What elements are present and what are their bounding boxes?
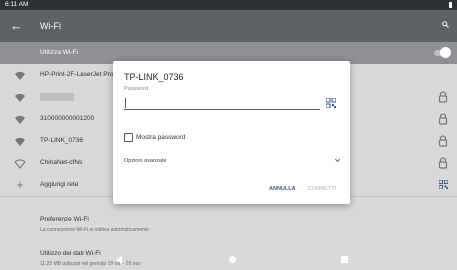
wifi-toggle-switch[interactable] bbox=[440, 47, 451, 58]
dialog-title: TP-LINK_0736 bbox=[124, 72, 184, 82]
arrow-left-icon[interactable]: ← bbox=[10, 10, 23, 42]
search-icon[interactable] bbox=[442, 21, 449, 28]
password-input[interactable] bbox=[124, 96, 320, 110]
advanced-options-label[interactable]: Opzioni avanzate bbox=[124, 158, 167, 164]
nav-recents-icon[interactable] bbox=[341, 256, 348, 263]
nav-back-icon[interactable] bbox=[116, 256, 122, 264]
chevron-down-icon[interactable] bbox=[334, 157, 341, 164]
show-password-checkbox[interactable] bbox=[124, 133, 133, 142]
cancel-button[interactable]: ANNULLA bbox=[269, 186, 296, 192]
status-bar: 6:11 AM bbox=[0, 0, 457, 10]
connect-button[interactable]: CONNETTI bbox=[308, 186, 336, 192]
wifi-toggle-label: Utilizza Wi-Fi bbox=[40, 49, 78, 56]
wifi-password-dialog: TP-LINK_0736 Password Mostra password Op… bbox=[113, 61, 350, 204]
status-time: 6:11 AM bbox=[5, 1, 29, 8]
battery-icon bbox=[449, 2, 452, 8]
app-bar: ← Wi-Fi bbox=[0, 10, 457, 42]
page-title: Wi-Fi bbox=[40, 21, 61, 31]
qr-code-icon[interactable] bbox=[326, 98, 336, 108]
password-label: Password bbox=[124, 86, 149, 92]
text-cursor bbox=[125, 98, 126, 108]
nav-home-icon[interactable] bbox=[229, 256, 236, 263]
navigation-bar bbox=[0, 251, 457, 270]
show-password-label[interactable]: Mostra password bbox=[136, 133, 186, 142]
